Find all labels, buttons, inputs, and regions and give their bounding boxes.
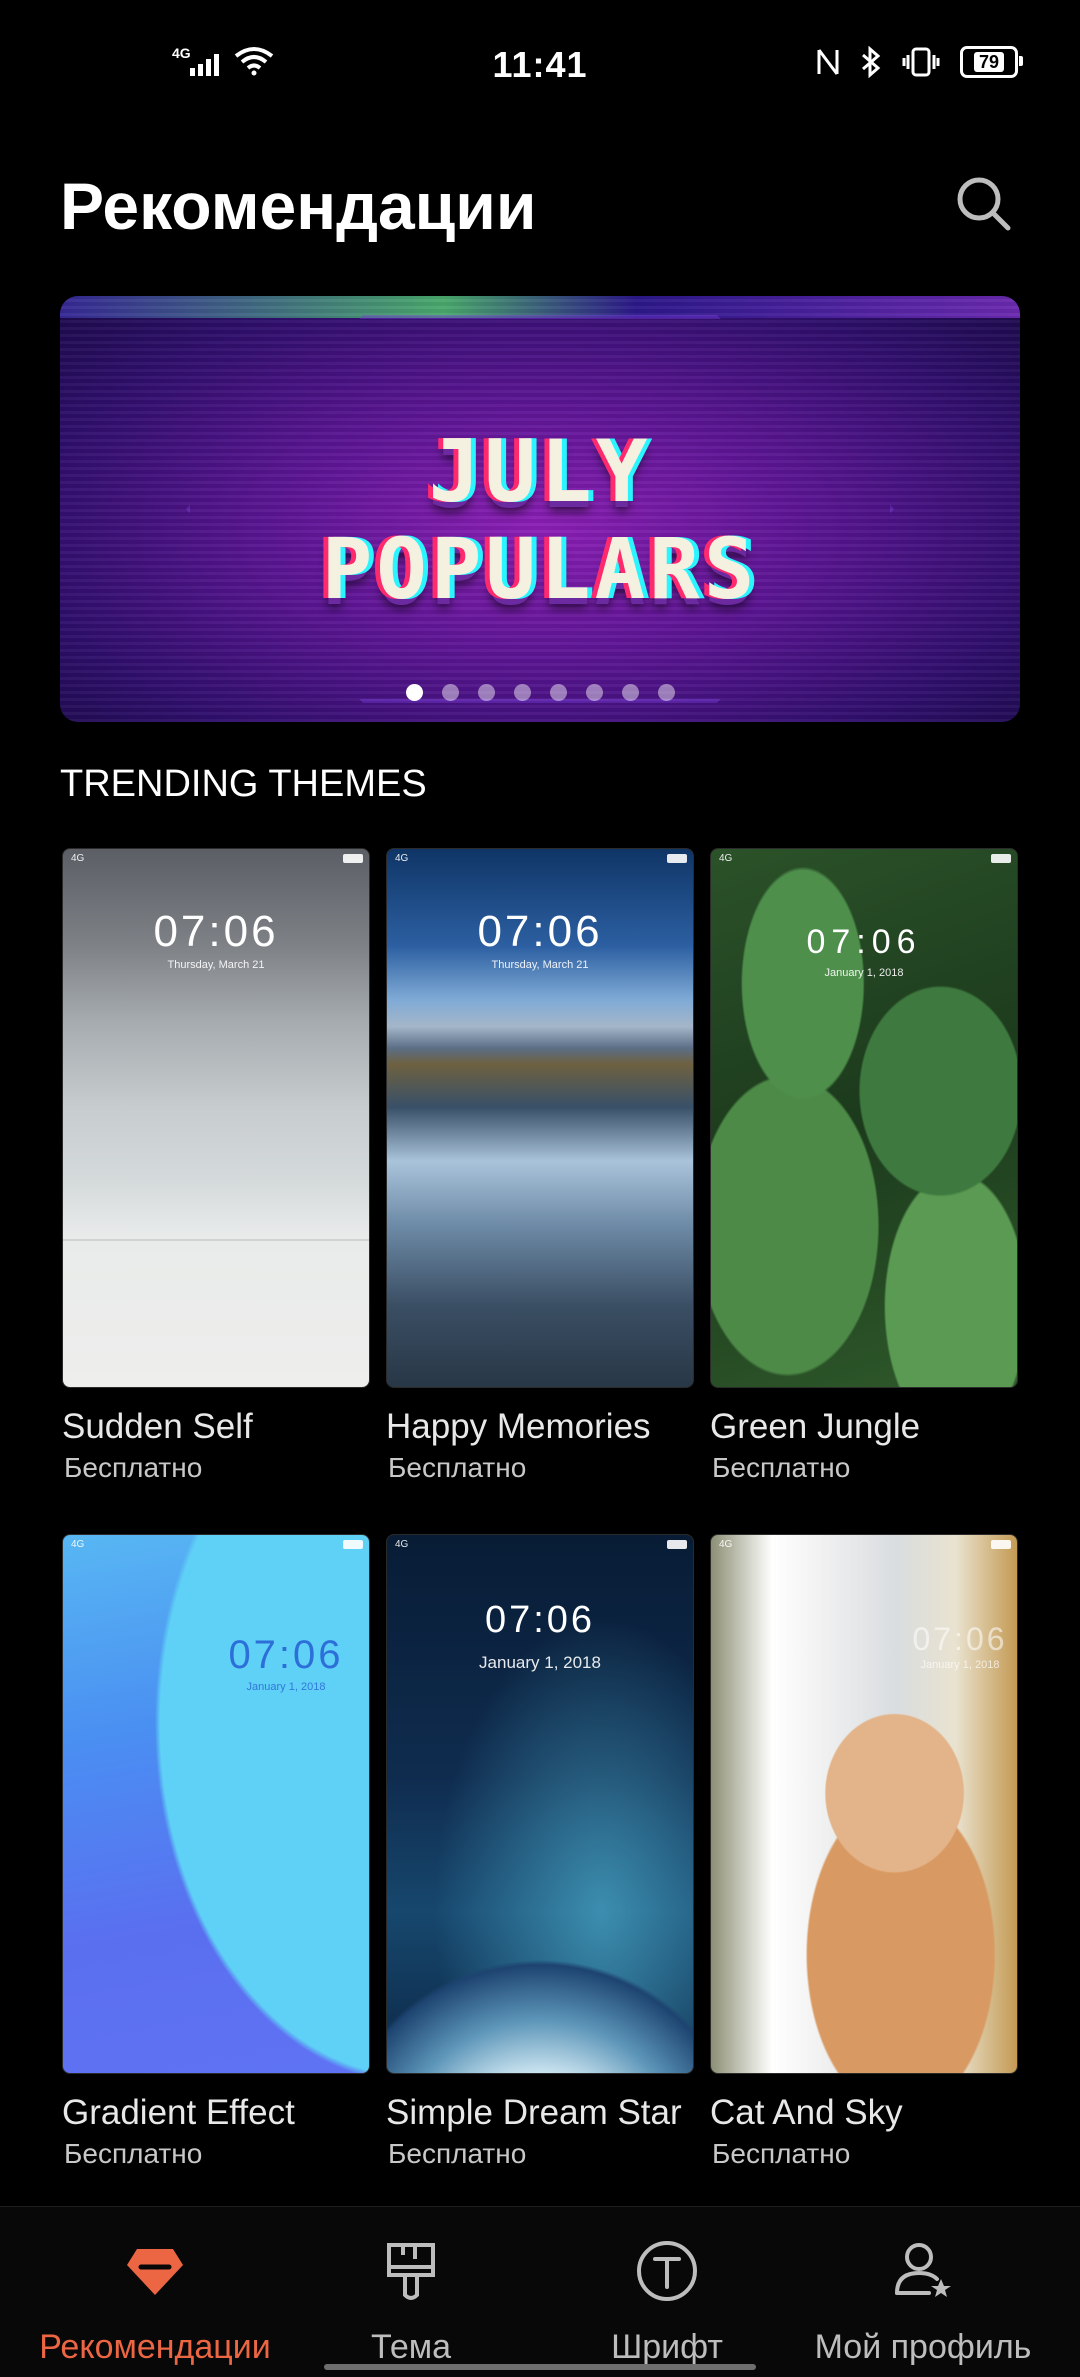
diamond-icon <box>127 2249 183 2295</box>
vibrate-icon <box>902 47 940 77</box>
nav-label: Рекомендации <box>39 2328 271 2366</box>
search-icon <box>957 177 1011 231</box>
nav-label: Мой профиль <box>814 2328 1032 2366</box>
pagination-dot[interactable] <box>621 684 639 701</box>
theme-name: Simple Dream Star <box>386 2093 682 2132</box>
nfc-icon <box>817 49 839 75</box>
nav-item-recommendations[interactable]: Рекомендации <box>20 2207 290 2366</box>
theme-preview: 4G 07:06 January 1, 2018 <box>710 1534 1018 2074</box>
preview-date: January 1, 2018 <box>824 967 904 979</box>
banner-title-line1: JULY <box>428 422 652 522</box>
theme-price: Бесплатно <box>712 2138 851 2169</box>
preview-clock: 07:06 <box>484 1599 596 1641</box>
preview-status-bar: 4G <box>63 849 369 869</box>
banner-title-line2: POPULARS <box>321 520 759 618</box>
preview-status-bar: 4G <box>711 849 1017 869</box>
theme-price: Бесплатно <box>64 1452 203 1483</box>
theme-price: Бесплатно <box>388 1452 527 1483</box>
search-button[interactable] <box>952 172 1016 236</box>
preview-date: January 1, 2018 <box>246 1681 326 1693</box>
theme-preview: 4G 07:06 Thursday, March 21 <box>62 848 370 1388</box>
theme-preview: 4G 07:06 January 1, 2018 <box>62 1534 370 2074</box>
theme-name: Gradient Effect <box>62 2093 295 2132</box>
font-icon <box>637 2241 697 2301</box>
theme-preview: 4G 07:06 Thursday, March 21 <box>386 848 694 1388</box>
theme-name: Sudden Self <box>62 1407 253 1446</box>
status-right: 79 <box>816 46 1023 78</box>
battery-level: 79 <box>973 52 1005 72</box>
banner-pagination <box>60 684 1020 701</box>
page-title: Рекомендации <box>60 169 537 243</box>
pagination-dot[interactable] <box>405 684 423 701</box>
preview-clock: 07:06 <box>477 907 603 956</box>
preview-date: Thursday, March 21 <box>167 959 265 971</box>
theme-price: Бесплатно <box>712 1452 851 1483</box>
pagination-dot[interactable] <box>585 684 603 701</box>
theme-name: Cat And Sky <box>710 2093 903 2132</box>
battery-icon: 79 <box>960 46 1023 78</box>
preview-status-bar: 4G <box>387 1535 693 1555</box>
preview-clock: 07:06 <box>153 907 279 956</box>
theme-card-gradient-effect[interactable]: 4G 07:06 January 1, 2018 Gradient Effect… <box>62 1534 370 2172</box>
bottom-navigation: Рекомендации Тема Шрифт Мой профиль <box>0 2206 1080 2377</box>
theme-card-cat-and-sky[interactable]: 4G 07:06 January 1, 2018 Cat And Sky Бес… <box>710 1534 1018 2172</box>
theme-preview: 4G 07:06 January 1, 2018 <box>386 1534 694 2074</box>
preview-status-bar: 4G <box>387 849 693 869</box>
theme-card-simple-dream-star[interactable]: 4G 07:06 January 1, 2018 Simple Dream St… <box>386 1534 694 2172</box>
theme-price: Бесплатно <box>64 2138 203 2169</box>
preview-clock: 07:06 <box>806 923 922 961</box>
profile-icon <box>895 2243 951 2297</box>
pagination-dot[interactable] <box>549 684 567 701</box>
nav-item-theme[interactable]: Тема <box>276 2207 546 2366</box>
preview-clock: 07:06 <box>228 1633 344 1677</box>
nav-item-profile[interactable]: Мой профиль <box>788 2207 1058 2366</box>
theme-name: Green Jungle <box>710 1407 921 1446</box>
section-title-trending: TRENDING THEMES <box>60 763 427 805</box>
home-indicator[interactable] <box>324 2364 756 2370</box>
theme-card-green-jungle[interactable]: 4G 07:06 January 1, 2018 Green Jungle Бе… <box>710 848 1018 1486</box>
brush-icon <box>387 2243 435 2300</box>
preview-date: January 1, 2018 <box>479 1653 601 1672</box>
promo-banner[interactable]: JULY POPULARS <box>60 296 1020 722</box>
theme-card-happy-memories[interactable]: 4G 07:06 Thursday, March 21 Happy Memori… <box>386 848 694 1486</box>
nav-item-font[interactable]: Шрифт <box>532 2207 802 2366</box>
pagination-dot[interactable] <box>513 684 531 701</box>
theme-preview: 4G 07:06 January 1, 2018 <box>710 848 1018 1388</box>
theme-name: Happy Memories <box>386 1407 651 1446</box>
theme-price: Бесплатно <box>388 2138 527 2169</box>
pagination-dot[interactable] <box>441 684 459 701</box>
theme-card-sudden-self[interactable]: 4G 07:06 Thursday, March 21 Sudden Self … <box>62 848 370 1486</box>
preview-status-bar: 4G <box>711 1535 1017 1555</box>
preview-status-bar: 4G <box>63 1535 369 1555</box>
preview-date: Thursday, March 21 <box>491 959 589 971</box>
nav-label: Тема <box>370 2328 452 2366</box>
status-bar: 4G 11:41 79 <box>0 0 1080 130</box>
nav-label: Шрифт <box>611 2328 723 2366</box>
preview-date: January 1, 2018 <box>920 1659 1000 1671</box>
bluetooth-icon <box>862 46 881 78</box>
pagination-dot[interactable] <box>657 684 675 701</box>
preview-clock: 07:06 <box>912 1621 1008 1657</box>
pagination-dot[interactable] <box>477 684 495 701</box>
